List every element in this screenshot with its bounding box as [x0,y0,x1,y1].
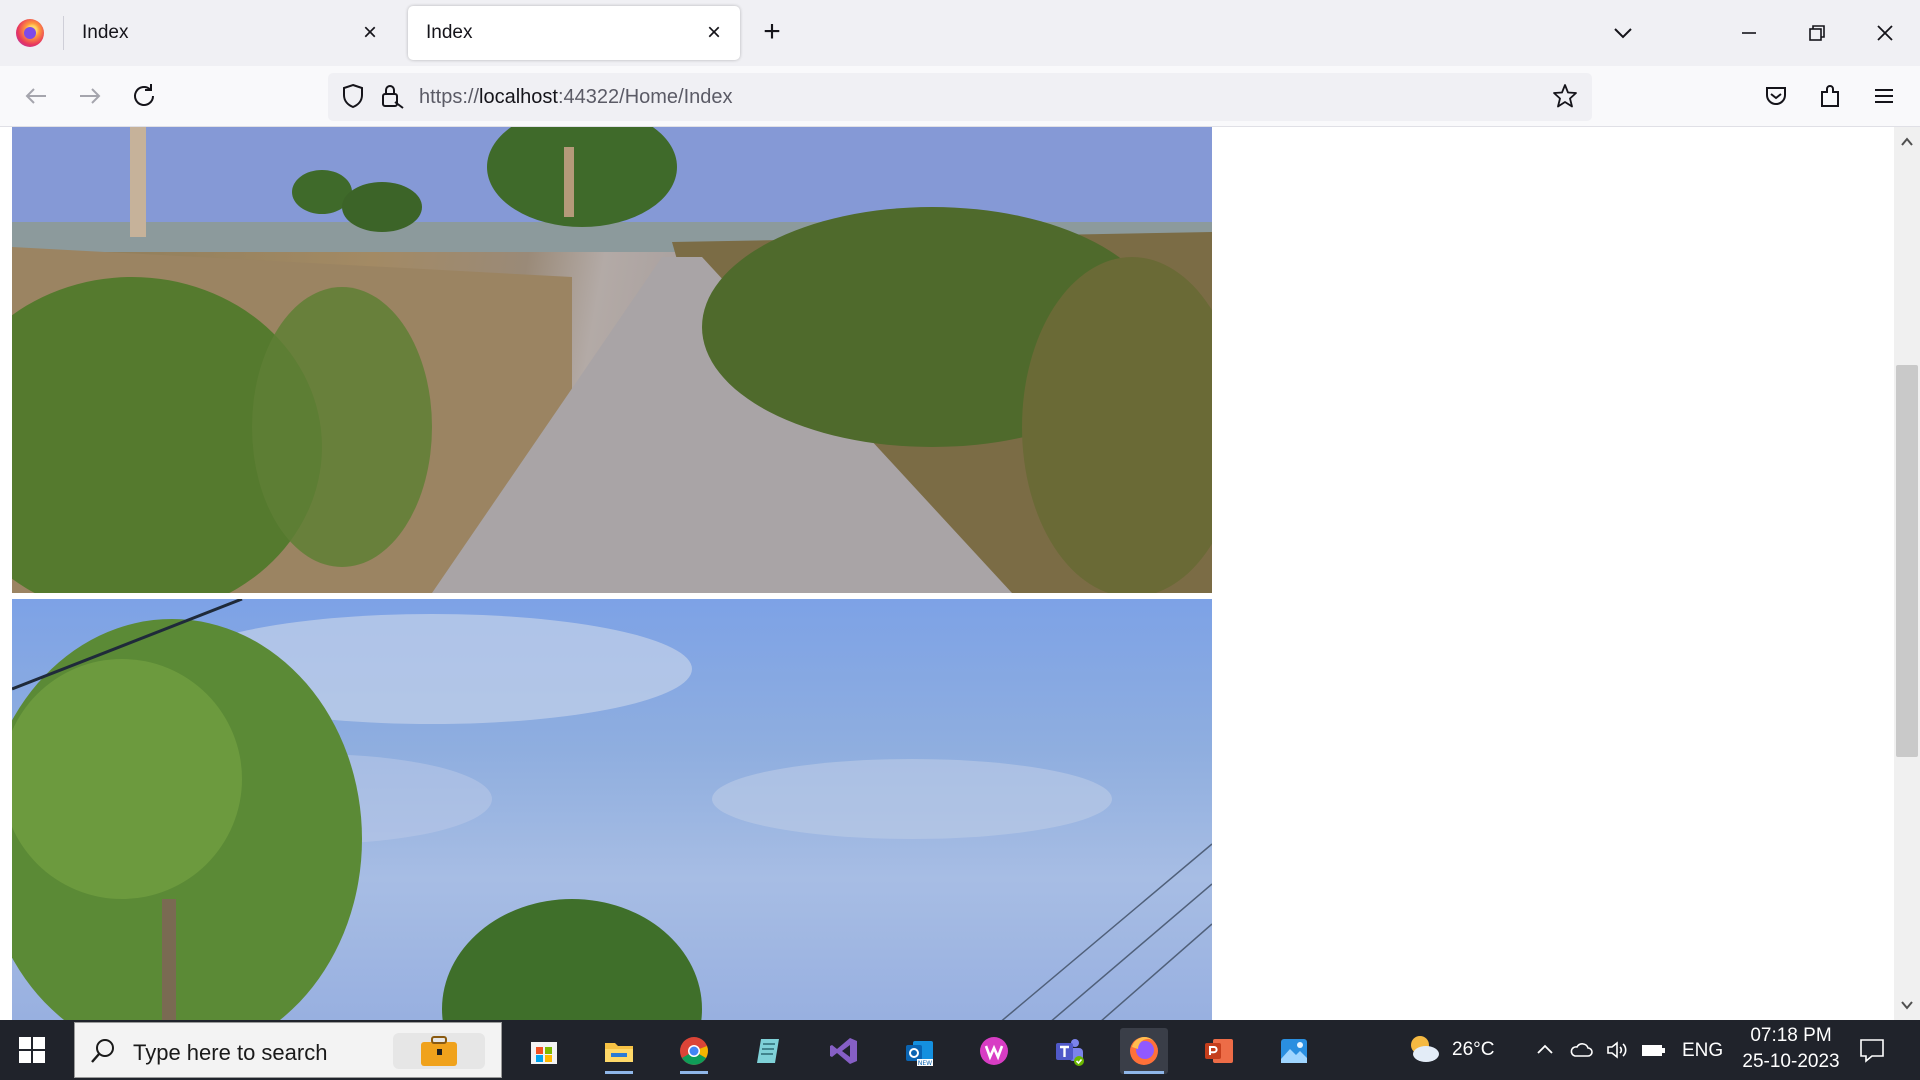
url-text[interactable]: https://localhost:44322/Home/Index [419,86,733,109]
running-indicator [680,1071,708,1074]
screen: Index × Index × + https://localhost:4432… [0,0,1920,1080]
running-indicator [605,1071,633,1074]
tab-title: Index [82,22,129,43]
running-indicator [1124,1071,1164,1074]
wps-office-icon [980,1037,1008,1065]
photo-trees-sky [12,599,1212,1020]
tab-title: Index [426,22,473,43]
url-prefix: https:// [419,86,480,108]
folder-icon [605,1043,633,1062]
scroll-down-arrow-icon[interactable] [1894,994,1920,1016]
tab-index-2[interactable]: Index × [408,6,740,60]
briefcase-icon[interactable] [393,1033,485,1069]
vertical-scrollbar[interactable] [1894,127,1920,1020]
back-arrow-icon[interactable] [20,80,52,112]
weather-partly-cloudy-icon[interactable] [1406,1032,1442,1066]
taskbar-photos[interactable] [1270,1028,1318,1074]
powerpoint-icon [1205,1039,1233,1063]
close-icon[interactable]: × [358,21,382,45]
windows-start-icon[interactable] [18,1036,46,1064]
road-scene-drawing [12,127,1212,593]
pocket-icon[interactable] [1760,80,1792,112]
svg-text:NEW: NEW [918,1060,932,1067]
taskbar-chrome[interactable] [670,1028,718,1074]
taskbar-microsoft-store[interactable] [520,1028,568,1074]
minimize-icon[interactable] [1732,16,1766,50]
lock-icon[interactable] [376,81,406,111]
shield-icon[interactable] [338,81,368,111]
weather-temp[interactable]: 26°C [1452,1039,1494,1061]
outlook-icon: NEW [906,1041,933,1067]
page-viewport [0,127,1894,1020]
tab-strip: Index × Index × + [0,0,1920,66]
sky-scene-drawing [12,599,1212,1020]
firefox-icon [1130,1037,1158,1065]
input-language[interactable]: ENG [1682,1040,1723,1062]
taskbar-teams[interactable] [1045,1028,1093,1074]
notification-center-icon[interactable] [1858,1036,1886,1064]
onedrive-cloud-icon[interactable] [1568,1037,1594,1063]
show-hidden-icons-chevron-icon[interactable] [1532,1037,1558,1063]
chevron-down-icon[interactable] [1606,16,1640,50]
taskbar-firefox[interactable] [1120,1028,1168,1074]
close-icon[interactable]: × [702,21,726,45]
url-bar[interactable]: https://localhost:44322/Home/Index [328,73,1592,121]
photos-icon [1281,1039,1307,1063]
tab-index-1[interactable]: Index × [64,6,396,60]
taskbar-file-explorer[interactable] [595,1028,643,1074]
taskbar-visual-studio[interactable] [820,1028,868,1074]
speaker-volume-icon[interactable] [1604,1037,1630,1063]
clock-date[interactable]: 25-10-2023 [1732,1051,1850,1073]
restore-icon[interactable] [1800,16,1834,50]
clock-time[interactable]: 07:18 PM [1744,1025,1838,1047]
close-window-icon[interactable] [1868,16,1902,50]
new-tab-plus-icon[interactable]: + [758,17,786,47]
visual-studio-icon [830,1038,857,1064]
teams-icon [1056,1039,1084,1066]
reload-icon[interactable] [128,80,160,112]
url-host: localhost [479,86,558,108]
nav-toolbar: https://localhost:44322/Home/Index [0,66,1920,127]
search-icon [91,1039,114,1063]
notepad-icon [757,1039,779,1063]
taskbar-search-box[interactable]: Type here to search [74,1022,502,1078]
forward-arrow-icon[interactable] [74,80,106,112]
search-placeholder: Type here to search [133,1040,328,1065]
taskbar-wps-office[interactable] [970,1028,1018,1074]
extensions-icon[interactable] [1814,80,1846,112]
url-path: :44322/Home/Index [557,86,733,108]
microsoft-store-icon [531,1042,557,1064]
battery-icon[interactable] [1640,1037,1666,1063]
menu-hamburger-icon[interactable] [1868,80,1900,112]
scroll-thumb[interactable] [1896,365,1918,757]
taskbar-powerpoint[interactable] [1195,1028,1243,1074]
scroll-up-arrow-icon[interactable] [1894,131,1920,153]
photo-rural-road [12,127,1212,593]
bookmark-star-icon[interactable] [1550,81,1580,111]
taskbar: Type here to search NEW 26°C ENG 07:18 P… [0,1020,1920,1080]
chrome-icon [680,1037,708,1065]
taskbar-notepad[interactable] [745,1028,793,1074]
taskbar-outlook[interactable]: NEW [895,1028,943,1074]
firefox-icon[interactable] [16,19,44,47]
